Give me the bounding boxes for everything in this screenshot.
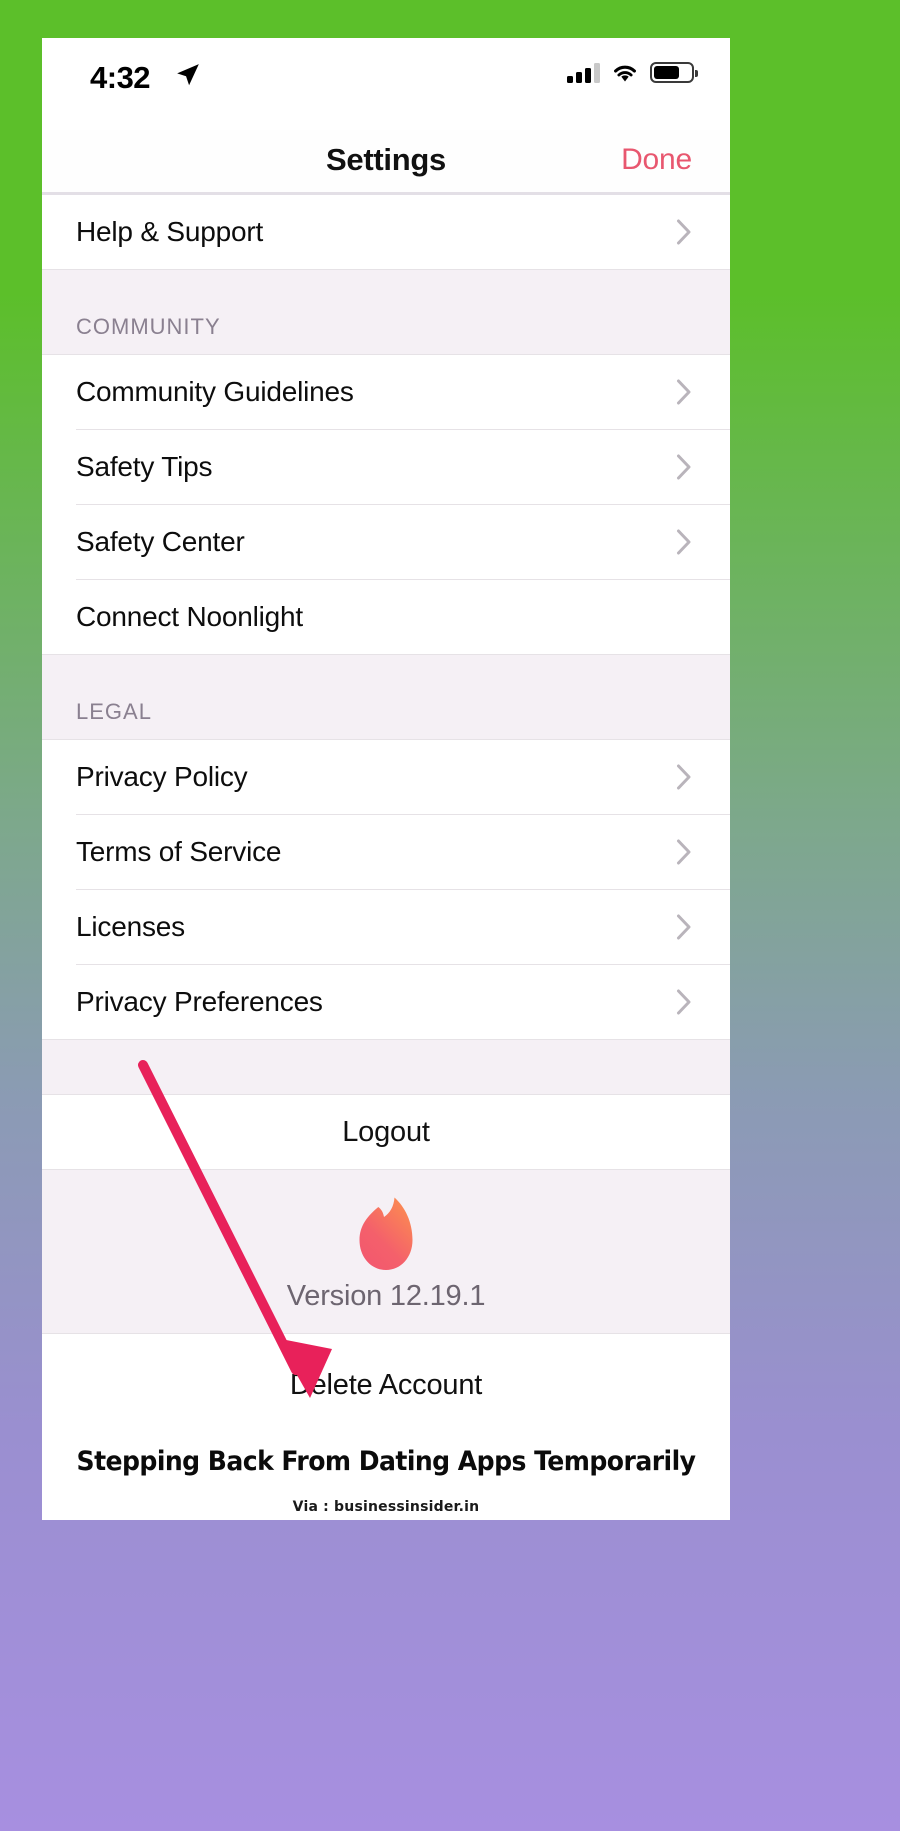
- chevron-right-icon: [677, 839, 691, 865]
- settings-row-safety-tips[interactable]: Safety Tips: [42, 430, 730, 504]
- row-label: Licenses: [76, 911, 185, 942]
- logout-button[interactable]: Logout: [42, 1095, 730, 1169]
- chevron-right-icon: [677, 454, 691, 480]
- app-version-label: Version 12.19.1: [286, 1280, 486, 1312]
- row-label: Community Guidelines: [76, 376, 354, 407]
- row-label: Connect Noonlight: [76, 601, 303, 632]
- settings-row-licenses[interactable]: Licenses: [42, 890, 730, 964]
- row-label: Help & Support: [76, 216, 264, 247]
- row-label: Privacy Policy: [76, 761, 248, 792]
- chevron-right-icon: [677, 764, 691, 790]
- settings-row-connect-noonlight[interactable]: Connect Noonlight: [42, 580, 730, 654]
- done-button[interactable]: Done: [621, 143, 692, 177]
- caption-area: Delete Account Stepping Back From Dating…: [42, 1334, 730, 1515]
- tinder-flame-icon: [359, 1197, 413, 1270]
- settings-row-community-guidelines[interactable]: Community Guidelines: [42, 355, 730, 429]
- row-label: Terms of Service: [76, 836, 282, 867]
- settings-row-terms-of-service[interactable]: Terms of Service: [42, 815, 730, 889]
- row-label: Privacy Preferences: [76, 986, 323, 1017]
- chevron-right-icon: [677, 529, 691, 555]
- status-bar: 4:32: [42, 38, 730, 130]
- source-attribution: Via : businessinsider.in: [292, 1499, 480, 1515]
- chevron-right-icon: [677, 219, 691, 245]
- row-label: Safety Tips: [76, 451, 213, 482]
- phone-screenshot: 4:32 Settings Done Help & Support COMMUN…: [42, 38, 730, 1520]
- chevron-right-icon: [677, 379, 691, 405]
- chevron-right-icon: [677, 914, 691, 940]
- location-arrow-icon: [177, 64, 199, 86]
- delete-account-label: Delete Account: [289, 1368, 483, 1401]
- section-header-legal: LEGAL: [42, 654, 730, 740]
- delete-account-button[interactable]: Delete Account: [42, 1356, 730, 1414]
- settings-list: Help & Support COMMUNITY Community Guide…: [42, 195, 730, 1515]
- wifi-icon: [614, 65, 636, 81]
- nav-bar: Settings Done: [42, 130, 730, 192]
- settings-row-privacy-policy[interactable]: Privacy Policy: [42, 740, 730, 814]
- logout-label: Logout: [342, 1115, 430, 1148]
- list-spacer-band: [42, 1039, 730, 1095]
- cellular-signal-icon: [567, 62, 600, 83]
- section-header-label: COMMUNITY: [76, 314, 221, 339]
- article-headline: Stepping Back From Dating Apps Temporari…: [76, 1446, 696, 1477]
- status-bar-time: 4:32: [90, 60, 151, 95]
- settings-row-help-support[interactable]: Help & Support: [42, 195, 730, 269]
- chevron-right-icon: [677, 989, 691, 1015]
- section-header-label: LEGAL: [76, 699, 152, 724]
- settings-row-safety-center[interactable]: Safety Center: [42, 505, 730, 579]
- section-header-community: COMMUNITY: [42, 269, 730, 355]
- battery-icon: [650, 62, 698, 83]
- row-label: Safety Center: [76, 526, 245, 557]
- status-bar-indicators: [567, 62, 698, 83]
- app-brand-band: Version 12.19.1: [42, 1169, 730, 1334]
- settings-row-privacy-preferences[interactable]: Privacy Preferences: [42, 965, 730, 1039]
